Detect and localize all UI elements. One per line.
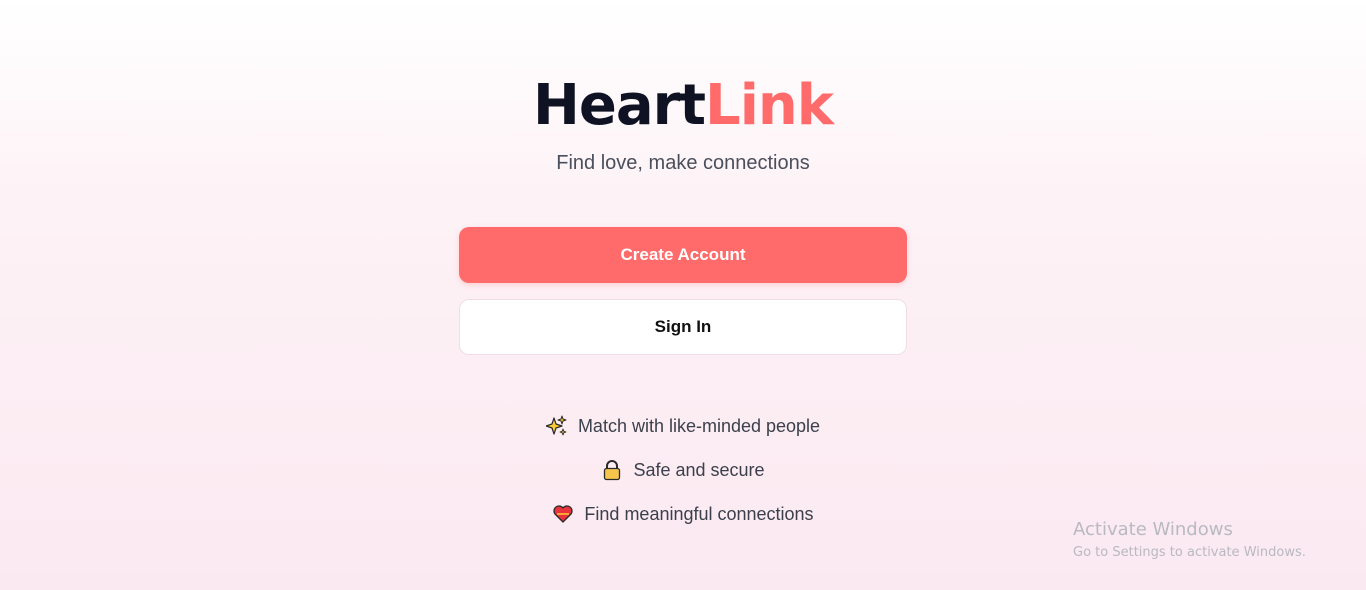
watermark-subtitle: Go to Settings to activate Windows.: [1073, 545, 1306, 560]
windows-activation-watermark: Activate Windows Go to Settings to activ…: [1073, 519, 1306, 563]
watermark-title: Activate Windows: [1073, 519, 1233, 540]
heart-icon: [552, 503, 574, 525]
logo-text-link: Link: [705, 73, 834, 138]
feature-text-match: Match with like-minded people: [577, 415, 821, 436]
feature-text-secure: Safe and secure: [633, 459, 765, 480]
feature-list: Match with like-minded people Safe and s…: [0, 404, 1366, 536]
tagline: Find love, make connections: [556, 152, 810, 174]
sparkles-icon: [545, 415, 568, 437]
app-logo: HeartLink: [0, 72, 1366, 140]
sign-in-button[interactable]: Sign In: [459, 299, 907, 355]
feature-item-match: Match with like-minded people: [0, 404, 1366, 448]
feature-text-connections: Find meaningful connections: [584, 503, 814, 524]
landing-page: HeartLink Find love, make connections Cr…: [0, 0, 1366, 590]
create-account-button[interactable]: Create Account: [459, 227, 907, 283]
feature-item-secure: Safe and secure: [0, 448, 1366, 492]
logo-text-heart: Heart: [532, 73, 706, 138]
lock-icon: [601, 459, 623, 481]
